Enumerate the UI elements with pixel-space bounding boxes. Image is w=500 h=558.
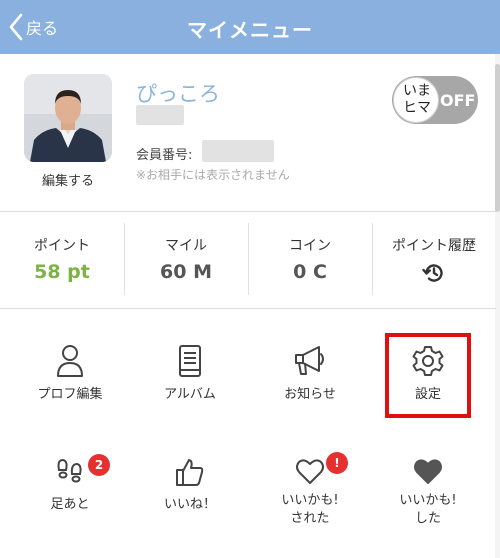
menu-maybe-received[interactable]: いいかも! された	[248, 456, 372, 528]
menu-likes[interactable]: いいね！	[128, 456, 252, 514]
point-history-stat[interactable]: ポイント履歴	[372, 211, 496, 307]
redacted-info	[136, 105, 184, 125]
miles-value: 60 M	[160, 261, 212, 283]
thumbs-up-icon	[176, 459, 204, 486]
toggle-knob: いま ヒマ	[393, 77, 439, 123]
avatar[interactable]	[24, 74, 112, 162]
points-value: 58 pt	[34, 261, 90, 283]
edit-profile-link[interactable]: 編集する	[22, 170, 114, 189]
menu-maybe-sent[interactable]: いいかも! した	[366, 456, 490, 528]
menu-label: 足あと	[50, 497, 90, 512]
menu-footprints[interactable]: 足あと	[8, 456, 132, 514]
menu-label: プロフ編集	[37, 387, 103, 402]
menu-label-line2: した	[414, 511, 441, 526]
points-label: ポイント	[34, 238, 90, 254]
highlight-box	[385, 333, 471, 418]
profile-section: 編集する ぴっころ 会員番号: ※お相手には表示されません いま ヒマ OFF	[0, 54, 496, 211]
coins-value: 0 C	[293, 261, 327, 283]
coins-label: コイン	[289, 238, 331, 254]
menu-notices[interactable]: お知らせ	[248, 344, 372, 404]
privacy-note: ※お相手には表示されません	[136, 168, 290, 182]
heart-outline-icon	[296, 459, 324, 484]
toggle-state-label: OFF	[440, 91, 476, 110]
point-history-label: ポイント履歴	[392, 238, 476, 254]
toggle-knob-line1: いま	[403, 83, 431, 99]
miles-stat[interactable]: マイル 60 M	[124, 211, 248, 307]
menu-label-line2: された	[290, 511, 330, 526]
member-number-label: 会員番号:	[136, 148, 193, 163]
ima-hima-toggle[interactable]: いま ヒマ OFF	[392, 76, 478, 124]
coins-stat[interactable]: コイン 0 C	[248, 211, 372, 307]
menu-label-line1: いいかも!	[281, 493, 339, 508]
alert-badge: !	[326, 452, 348, 474]
menu-label-line1: いいかも!	[399, 493, 457, 508]
menu-label: いいね！	[163, 497, 216, 512]
page-title: マイメニュー	[187, 18, 313, 42]
notification-badge: 2	[88, 454, 110, 476]
megaphone-icon	[295, 346, 324, 375]
miles-label: マイル	[165, 238, 207, 254]
toggle-knob-line2: ヒマ	[403, 100, 431, 116]
redacted-member-number	[202, 140, 274, 162]
heart-filled-icon	[414, 459, 442, 484]
album-icon	[179, 345, 201, 377]
username: ぴっころ	[136, 82, 220, 106]
stats-bar: ポイント 58 pt マイル 60 M コイン 0 C ポイント履歴	[0, 211, 496, 307]
footprints-icon	[57, 458, 82, 483]
menu-profile-edit[interactable]: プロフ編集	[8, 344, 132, 404]
points-stat[interactable]: ポイント 58 pt	[0, 211, 124, 307]
avatar-photo	[24, 74, 112, 162]
header-bar: 戻る マイメニュー	[0, 0, 500, 54]
menu-label: アルバム	[164, 387, 216, 402]
menu-album[interactable]: アルバム	[128, 344, 252, 404]
divider	[0, 308, 496, 309]
person-icon	[57, 345, 83, 377]
menu-label: お知らせ	[284, 387, 336, 402]
history-icon	[422, 264, 443, 282]
